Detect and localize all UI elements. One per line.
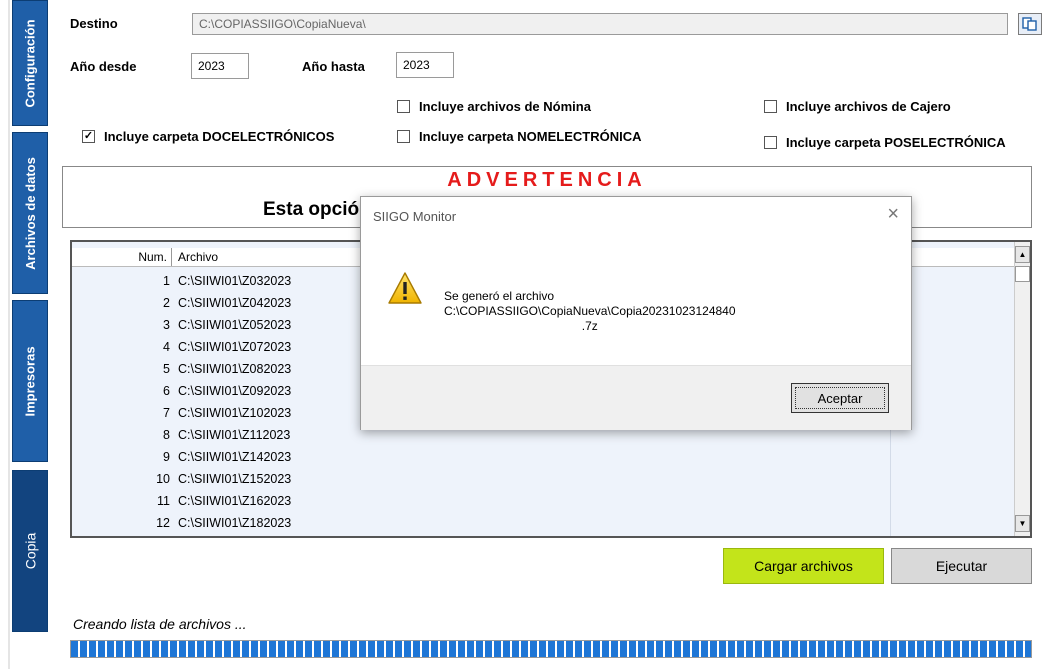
chk-nomina[interactable]: Incluye archivos de Nómina bbox=[397, 99, 591, 114]
tab-configuracion[interactable]: Configuración bbox=[12, 0, 48, 126]
row-num: 4 bbox=[163, 340, 170, 354]
row-num: 8 bbox=[163, 428, 170, 442]
row-archivo: C:\SIIWI01\Z162023 bbox=[178, 494, 292, 508]
anio-hasta-field[interactable]: 2023 bbox=[396, 52, 454, 78]
row-num: 11 bbox=[157, 494, 170, 508]
dialog-message-line1: Se generó el archivo bbox=[444, 289, 555, 303]
row-num: 9 bbox=[163, 450, 170, 464]
status-text: Creando lista de archivos ... bbox=[73, 616, 247, 632]
tab-impresoras-label: Impresoras bbox=[22, 345, 38, 417]
anio-desde-field[interactable]: 2023 bbox=[191, 53, 249, 79]
destino-field[interactable]: C:\COPIASSIIGO\CopiaNueva\ bbox=[192, 13, 1008, 35]
chk-poselectronica[interactable]: Incluye carpeta POSELECTRÓNICA bbox=[764, 135, 1006, 150]
chk-docelectronicos[interactable]: ✓ Incluye carpeta DOCELECTRÓNICOS bbox=[82, 129, 334, 144]
table-row[interactable]: 12 C:\SIIWI01\Z182023 bbox=[72, 512, 1017, 534]
checkbox-icon bbox=[764, 100, 777, 113]
browse-folder-button[interactable] bbox=[1018, 13, 1042, 35]
dialog-body: Se generó el archivo C:\COPIASSIIGO\Copi… bbox=[361, 237, 911, 365]
close-icon[interactable]: × bbox=[887, 203, 899, 226]
table-row[interactable]: 9 C:\SIIWI01\Z142023 bbox=[72, 446, 1017, 468]
chk-cajero[interactable]: Incluye archivos de Cajero bbox=[764, 99, 951, 114]
table-row[interactable]: 11 C:\SIIWI01\Z162023 bbox=[72, 490, 1017, 512]
chk-nomelectronica-label: Incluye carpeta NOMELECTRÓNICA bbox=[419, 129, 642, 144]
row-num: 7 bbox=[163, 406, 170, 420]
window-left-border bbox=[8, 0, 10, 669]
scroll-thumb[interactable] bbox=[1015, 266, 1030, 282]
checkbox-checked-icon: ✓ bbox=[82, 130, 95, 143]
chk-nomina-label: Incluye archivos de Nómina bbox=[419, 99, 591, 114]
destino-label: Destino bbox=[70, 16, 118, 31]
tab-copia[interactable]: Copia bbox=[12, 470, 48, 632]
chk-docelectronicos-label: Incluye carpeta DOCELECTRÓNICOS bbox=[104, 129, 335, 144]
table-row[interactable]: 10 C:\SIIWI01\Z152023 bbox=[72, 468, 1017, 490]
progress-bar bbox=[70, 640, 1032, 658]
row-archivo: C:\SIIWI01\Z152023 bbox=[178, 472, 292, 486]
anio-hasta-label: Año hasta bbox=[302, 59, 365, 74]
dialog-title: SIIGO Monitor bbox=[373, 209, 457, 224]
warning-text: Esta opció bbox=[263, 199, 360, 220]
browse-folder-icon bbox=[1022, 17, 1037, 31]
grid-header-archivo: Archivo bbox=[178, 250, 219, 264]
row-num: 1 bbox=[163, 274, 170, 288]
grid-scrollbar[interactable]: ▲ ▼ bbox=[1014, 242, 1030, 536]
message-dialog: SIIGO Monitor × Se generó el archivo C:\… bbox=[360, 196, 912, 430]
chk-cajero-label: Incluye archivos de Cajero bbox=[786, 99, 951, 114]
row-archivo: C:\SIIWI01\Z092023 bbox=[178, 384, 292, 398]
row-num: 6 bbox=[163, 384, 170, 398]
warning-title: ADVERTENCIA bbox=[447, 169, 647, 191]
tab-archivos-label: Archivos de datos bbox=[22, 156, 38, 270]
aceptar-button[interactable]: Aceptar bbox=[791, 383, 889, 413]
row-archivo: C:\SIIWI01\Z112023 bbox=[178, 428, 291, 442]
row-archivo: C:\SIIWI01\Z042023 bbox=[178, 296, 292, 310]
cargar-archivos-button[interactable]: Cargar archivos bbox=[723, 548, 884, 584]
row-num: 2 bbox=[163, 296, 170, 310]
checkbox-icon bbox=[764, 136, 777, 149]
anio-desde-label: Año desde bbox=[70, 59, 137, 74]
tab-copia-label: Copia bbox=[22, 532, 38, 570]
row-archivo: C:\SIIWI01\Z052023 bbox=[178, 318, 292, 332]
row-num: 12 bbox=[156, 516, 170, 530]
ejecutar-button[interactable]: Ejecutar bbox=[891, 548, 1032, 584]
scroll-up-button[interactable]: ▲ bbox=[1015, 246, 1030, 263]
dialog-message-line3: .7z bbox=[581, 319, 598, 333]
row-num: 10 bbox=[156, 472, 170, 486]
row-num: 3 bbox=[163, 318, 170, 332]
checkbox-icon bbox=[397, 130, 410, 143]
checkbox-icon bbox=[397, 100, 410, 113]
tab-configuracion-label: Configuración bbox=[22, 18, 38, 108]
warning-icon bbox=[388, 272, 422, 304]
tab-impresoras[interactable]: Impresoras bbox=[12, 300, 48, 462]
row-num: 5 bbox=[163, 362, 170, 376]
row-archivo: C:\SIIWI01\Z182023 bbox=[178, 516, 292, 530]
row-archivo: C:\SIIWI01\Z072023 bbox=[178, 340, 292, 354]
arrow-up-icon: ▲ bbox=[1018, 250, 1027, 259]
row-archivo: C:\SIIWI01\Z032023 bbox=[178, 274, 292, 288]
grid-header-num: Num. bbox=[72, 248, 172, 266]
row-archivo: C:\SIIWI01\Z082023 bbox=[178, 362, 292, 376]
row-archivo: C:\SIIWI01\Z142023 bbox=[178, 450, 292, 464]
arrow-down-icon: ▼ bbox=[1018, 519, 1027, 528]
chk-poselectronica-label: Incluye carpeta POSELECTRÓNICA bbox=[786, 135, 1006, 150]
row-archivo: C:\SIIWI01\Z102023 bbox=[178, 406, 292, 420]
dialog-footer: Aceptar bbox=[361, 365, 911, 430]
chk-nomelectronica[interactable]: Incluye carpeta NOMELECTRÓNICA bbox=[397, 129, 642, 144]
dialog-message: Se generó el archivo C:\COPIASSIIGO\Copi… bbox=[444, 289, 736, 334]
tab-archivos-de-datos[interactable]: Archivos de datos bbox=[12, 132, 48, 294]
dialog-message-line2: C:\COPIASSIIGO\CopiaNueva\Copia202310231… bbox=[444, 304, 736, 318]
scroll-down-button[interactable]: ▼ bbox=[1015, 515, 1030, 532]
